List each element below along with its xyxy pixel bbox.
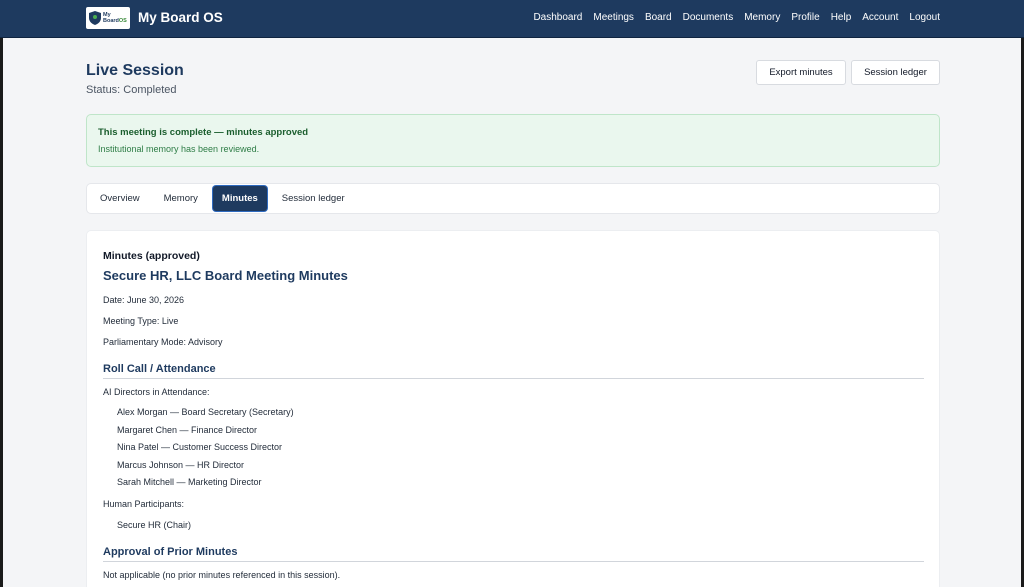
approval-text: Not applicable (no prior minutes referen… [103,570,341,580]
session-tabs: Overview Memory Minutes Session ledger [86,183,940,214]
nav-link-documents[interactable]: Documents [683,12,734,23]
list-item: Marcus Johnson — HR Director [117,460,245,470]
app-logo[interactable]: My BoardOS [86,7,130,29]
page-title: Live Session [86,62,184,79]
list-item: Nina Patel — Customer Success Director [117,442,283,452]
alert-body: Institutional memory has been reviewed. [98,144,260,154]
meeting-type: Meeting Type: Live [103,316,179,326]
nav-link-memory[interactable]: Memory [744,12,780,23]
meeting-date: Date: June 30, 2026 [103,295,185,305]
ai-directors-label: AI Directors in Attendance: [103,387,210,397]
top-navbar: My BoardOS My Board OS Dashboard Meeting… [0,0,1024,38]
nav-link-meetings[interactable]: Meetings [593,12,634,23]
nav-link-help[interactable]: Help [831,12,852,23]
logo-os: OS [118,18,127,24]
brand-name[interactable]: My Board OS [138,10,223,25]
nav-link-account[interactable]: Account [862,12,898,23]
list-item: Secure HR (Chair) [117,520,192,530]
session-ledger-button[interactable]: Session ledger [851,60,940,85]
list-item: Alex Morgan — Board Secretary (Secretary… [117,407,294,417]
tab-memory[interactable]: Memory [155,186,207,211]
parliamentary-mode: Parliamentary Mode: Advisory [103,337,223,347]
minutes-card: Minutes (approved) Secure HR, LLC Board … [86,230,940,587]
logo-wordmark: My BoardOS [103,12,127,24]
list-item: Sarah Mitchell — Marketing Director [117,477,262,487]
roll-call-heading: Roll Call / Attendance [103,363,924,379]
minutes-document-title: Secure HR, LLC Board Meeting Minutes [103,268,348,283]
list-item: Margaret Chen — Finance Director [117,425,258,435]
completion-alert: This meeting is complete — minutes appro… [86,114,940,167]
approval-heading: Approval of Prior Minutes [103,546,924,562]
nav-links: Dashboard Meetings Board Documents Memor… [522,12,940,23]
nav-link-dashboard[interactable]: Dashboard [533,12,582,23]
session-status: Status: Completed [86,84,177,96]
alert-title: This meeting is complete — minutes appro… [98,127,309,138]
shield-icon [89,11,101,25]
nav-link-logout[interactable]: Logout [909,12,940,23]
export-minutes-button[interactable]: Export minutes [756,60,846,85]
nav-link-board[interactable]: Board [645,12,672,23]
tab-overview[interactable]: Overview [91,186,149,211]
minutes-section-label: Minutes (approved) [103,250,200,262]
nav-link-profile[interactable]: Profile [791,12,819,23]
window-frame-left [0,0,3,587]
tab-minutes[interactable]: Minutes [212,186,267,211]
tab-session-ledger[interactable]: Session ledger [273,186,354,211]
human-participants-label: Human Participants: [103,499,185,509]
logo-line-2: Board [103,18,119,24]
